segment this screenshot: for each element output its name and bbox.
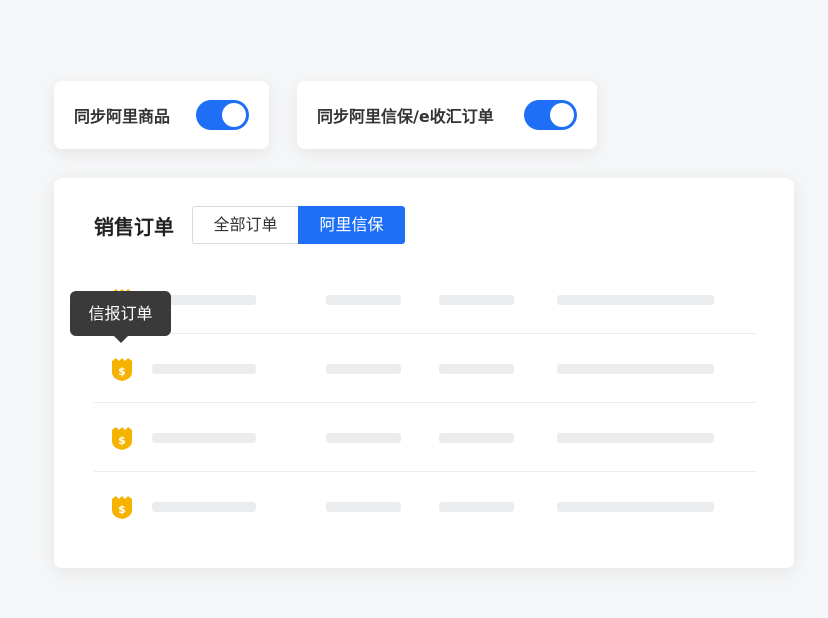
placeholder-bar [326, 295, 401, 305]
placeholder-bar [557, 295, 714, 305]
placeholder-bar [439, 502, 514, 512]
tooltip-arrow [114, 336, 128, 343]
placeholder-bar [439, 364, 514, 374]
sync-orders-card: 同步阿里信保/e收汇订单 [297, 81, 597, 149]
shield-dollar-icon: $ [112, 427, 132, 450]
placeholder-bar [152, 433, 256, 443]
shield-dollar-icon: $ [112, 496, 132, 519]
placeholder-bar [439, 433, 514, 443]
tab-all-orders[interactable]: 全部订单 [192, 206, 298, 244]
tab-ali-trade-assurance[interactable]: 阿里信保 [298, 206, 405, 244]
placeholder-bar [557, 433, 714, 443]
shield-dollar-icon: $ [112, 358, 132, 381]
sales-orders-panel: 销售订单 全部订单 阿里信保 $ $ $ [54, 178, 794, 568]
sync-products-card: 同步阿里商品 [54, 81, 269, 149]
placeholder-bar [326, 502, 401, 512]
order-tabs: 全部订单 阿里信保 [192, 206, 405, 244]
table-row[interactable]: $ [94, 472, 756, 541]
placeholder-bar [326, 433, 401, 443]
toggle-knob [222, 103, 246, 127]
tooltip: 信报订单 [70, 291, 171, 336]
placeholder-bar [439, 295, 514, 305]
table-row[interactable]: $ [94, 334, 756, 403]
placeholder-bar [152, 502, 256, 512]
placeholder-bar [326, 364, 401, 374]
placeholder-bar [152, 364, 256, 374]
svg-text:$: $ [118, 434, 126, 447]
placeholder-bar [557, 502, 714, 512]
section-title: 销售订单 [94, 215, 174, 239]
sync-products-label: 同步阿里商品 [74, 107, 171, 126]
table-row[interactable]: $ [94, 403, 756, 472]
placeholder-bar [557, 364, 714, 374]
toggle-knob [550, 103, 574, 127]
sync-orders-label: 同步阿里信保/e收汇订单 [317, 107, 494, 126]
sync-orders-toggle[interactable] [524, 100, 577, 130]
svg-text:$: $ [118, 365, 126, 378]
table-row[interactable]: $ [94, 265, 756, 334]
svg-text:$: $ [118, 503, 126, 516]
sync-products-toggle[interactable] [196, 100, 249, 130]
